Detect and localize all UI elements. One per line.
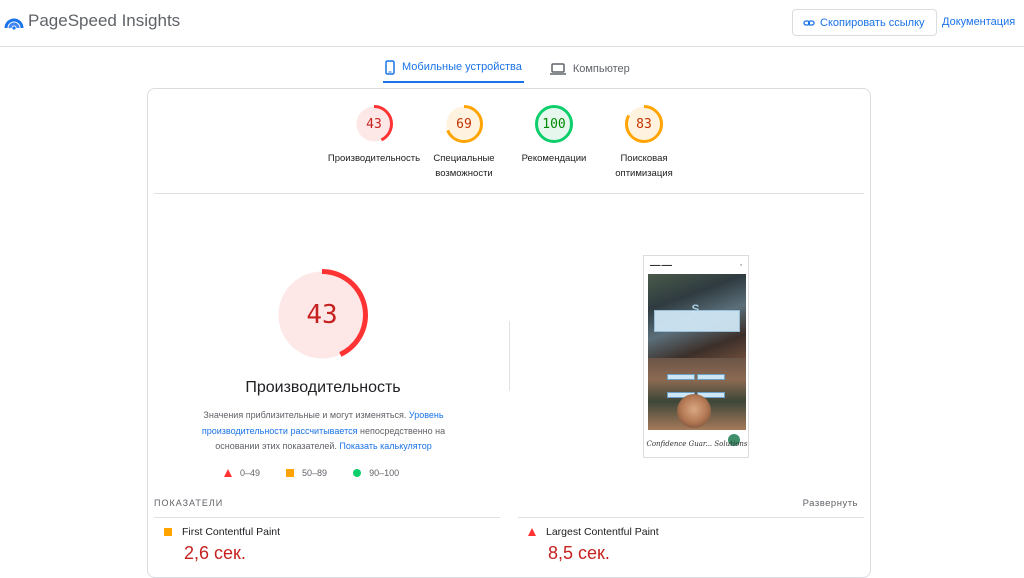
screenshot-caption: Confidence Guar... Solutions [646,440,748,448]
pagespeed-logo-icon[interactable] [4,12,24,32]
gauge-label: Рекомендации [521,153,587,164]
gauge-value: 83 [636,116,652,132]
gauge-label: Поисковая оптимизация [615,153,673,179]
metric-fcp: First Contentful Paint 2,6 сек. [164,526,464,564]
device-tabs: Мобильные устройства Компьютер [383,55,632,83]
screenshot-tag [697,374,725,380]
score-legend: 0–49 50–89 90–100 [224,468,399,478]
screenshot-portrait [677,394,711,428]
circle-icon [353,469,362,477]
metric-value: 2,6 сек. [184,543,246,563]
screenshot-search-box [654,310,740,332]
tab-mobile-label: Мобильные устройства [402,61,522,73]
gauge-value: 43 [366,116,382,132]
legend-range: 90–100 [369,468,400,478]
performance-title: Производительность [245,379,401,396]
square-icon [286,469,295,477]
screenshot-header: ▬▬▬ ▬▬▬ ≡ [644,256,748,274]
metric-value: 8,5 сек. [548,543,610,563]
gauge-value: 69 [456,116,472,132]
triangle-icon [528,528,536,536]
copy-link-label: Скопировать ссылку [820,16,925,29]
gauge-accessibility[interactable]: 69 Специальные возможности [414,105,514,181]
metrics-label: ПОКАЗАТЕЛИ [154,498,224,508]
phone-icon [385,59,395,75]
metric-lcp: Largest Contentful Paint 8,5 сек. [528,526,828,564]
metric-name: First Contentful Paint [182,526,281,538]
link-icon [803,19,815,26]
legend-pass: 90–100 [353,468,399,478]
tab-mobile[interactable]: Мобильные устройства [383,55,524,83]
docs-link[interactable]: Документация [942,16,1015,28]
performance-description: Значения приблизительные и могут изменят… [186,408,461,455]
tab-desktop[interactable]: Компьютер [548,55,632,83]
laptop-icon [549,63,566,75]
performance-score: 43 [306,300,338,330]
calculator-link[interactable]: Показать калькулятор [339,441,431,451]
divider [154,193,864,194]
vertical-divider [509,321,510,391]
legend-average: 50–89 [286,468,327,478]
divider [518,517,864,518]
gauge-seo[interactable]: 83 Поисковая оптимизация [594,105,694,181]
brand-title[interactable]: PageSpeed Insights [28,11,180,31]
desc-text: Значения приблизительные и могут изменят… [203,410,409,420]
expand-button[interactable]: Развернуть [803,498,858,509]
gauge-best-practices[interactable]: 100 Рекомендации [504,105,604,166]
legend-range: 0–49 [240,468,261,478]
metric-name: Largest Contentful Paint [546,526,659,538]
performance-gauge: 43 [276,269,368,361]
triangle-icon [224,469,232,477]
top-bar: PageSpeed Insights Скопировать ссылку До… [0,0,1024,47]
gauge-value: 100 [542,116,566,132]
screenshot-tag [667,374,695,380]
legend-range: 50–89 [302,468,328,478]
divider [154,517,500,518]
legend-fail: 0–49 [224,468,260,478]
gauge-performance[interactable]: 43 Производительность [324,105,424,166]
report-card: 43 Производительность 69 Специальные воз… [147,88,871,578]
tab-desktop-label: Компьютер [572,63,630,75]
page-screenshot[interactable]: ▬▬▬ ▬▬▬ ≡ S Confidence Guar... Solutions [643,255,749,458]
screenshot-site-name: ▬▬▬ ▬▬▬ [650,263,672,267]
gauge-label: Специальные возможности [433,153,495,179]
copy-link-button[interactable]: Скопировать ссылку [792,9,937,36]
score-gauges: 43 Производительность 69 Специальные воз… [148,105,870,195]
menu-icon: ≡ [739,263,742,267]
square-icon [164,528,172,536]
